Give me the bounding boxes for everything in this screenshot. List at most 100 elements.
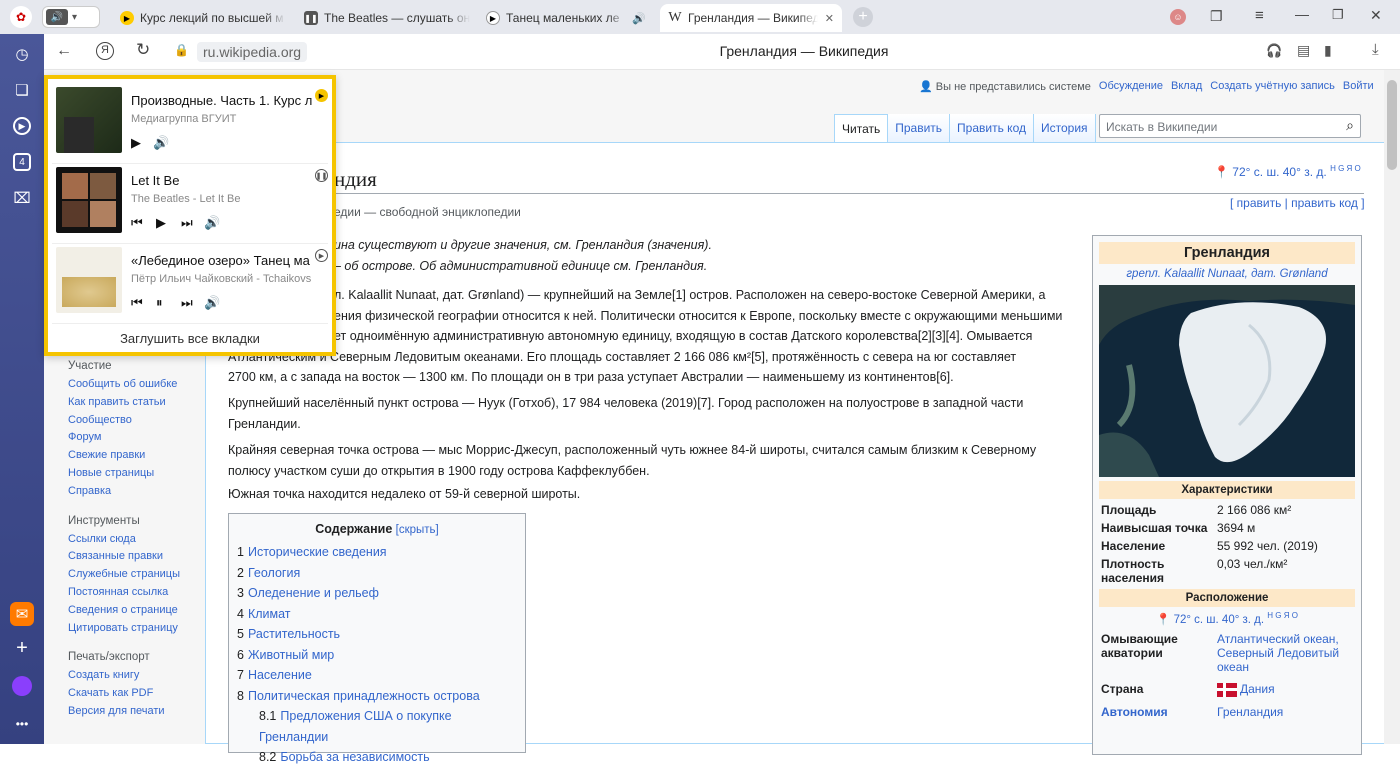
- toc-item[interactable]: 1 Исторические сведения: [237, 542, 517, 563]
- mute-all-tabs-button[interactable]: Заглушить все вкладки: [48, 331, 332, 346]
- toc-item[interactable]: 2 Геология: [237, 563, 517, 584]
- portal-link[interactable]: Создать книгу: [68, 667, 218, 685]
- close-tab-icon[interactable]: ✕: [825, 12, 834, 25]
- tab-wikipedia[interactable]: W Гренландия — Википедия ✕: [660, 4, 842, 32]
- row-value[interactable]: Атлантический океан, Северный Ледовитый …: [1215, 630, 1355, 676]
- media-item-let-it-be[interactable]: Let It Be The Beatles - Let It Be ⏮ ▶ ⏭ …: [52, 163, 332, 239]
- more-icon[interactable]: •••: [10, 712, 34, 736]
- play-icon[interactable]: ▶: [131, 135, 141, 151]
- previous-icon[interactable]: ⏮: [131, 215, 143, 231]
- next-icon[interactable]: ⏭: [181, 215, 193, 231]
- toc-item[interactable]: 6 Животный мир: [237, 645, 517, 666]
- portal-link[interactable]: Справка: [68, 483, 218, 501]
- toc-item[interactable]: 8 Политическая принадлежность острова: [237, 686, 517, 707]
- portal-link[interactable]: Новые страницы: [68, 465, 218, 483]
- toc-item[interactable]: 5 Растительность: [237, 624, 517, 645]
- row-key[interactable]: Автономия: [1099, 699, 1215, 721]
- scrollbar-thumb[interactable]: [1387, 80, 1397, 170]
- coordinates[interactable]: 📍 72° с. ш. 40° з. д. H G Я O: [1214, 164, 1361, 179]
- volume-icon[interactable]: 🔊: [204, 295, 220, 311]
- portal-link[interactable]: Связанные правки: [68, 548, 218, 566]
- infobox-coordinates[interactable]: 📍 72° с. ш. 40° з. д. H G Я O: [1099, 611, 1355, 626]
- toc-item[interactable]: 7 Население: [237, 665, 517, 686]
- previous-icon[interactable]: ⏮: [131, 295, 143, 311]
- pause-icon[interactable]: ⏸: [156, 295, 163, 311]
- portal-link[interactable]: Скачать как PDF: [68, 685, 218, 703]
- portal-link[interactable]: Служебные страницы: [68, 566, 218, 584]
- denmark-flag-icon: [1217, 682, 1237, 697]
- portal-link[interactable]: Сведения о странице: [68, 602, 218, 620]
- portal-link[interactable]: Как править статьи: [68, 394, 218, 412]
- speaker-icon: 🔊: [46, 9, 68, 25]
- portal-link[interactable]: Цитировать страницу: [68, 620, 218, 638]
- profile-icon[interactable]: ☺: [1170, 9, 1186, 25]
- toc-item[interactable]: 8.1 Предложения США о покупке Гренландии: [237, 706, 517, 747]
- new-tab-button[interactable]: +: [853, 7, 873, 27]
- close-window-icon[interactable]: ✕: [1370, 7, 1382, 24]
- toc-item[interactable]: 8.2 Борьба за независимость: [237, 747, 517, 768]
- tabs-count-icon[interactable]: 4: [10, 150, 34, 174]
- audio-tabs-button[interactable]: 🔊 ▾: [42, 6, 100, 28]
- media-player-icon[interactable]: ▶: [10, 114, 34, 138]
- tab-beatles[interactable]: ❚❚ The Beatles — слушать он: [296, 4, 478, 32]
- tab-swan-lake[interactable]: ▶ Танец маленьких ле 🔊: [478, 4, 658, 32]
- volume-icon[interactable]: 🔊: [204, 215, 220, 231]
- bookmark-icon[interactable]: ▮: [1324, 42, 1332, 59]
- speaker-icon[interactable]: 🔊: [632, 12, 646, 25]
- history-icon[interactable]: ◷: [10, 42, 34, 66]
- portal-link[interactable]: Свежие правки: [68, 447, 218, 465]
- tab-edit[interactable]: Править: [888, 114, 951, 142]
- greenland-map[interactable]: [1099, 285, 1355, 477]
- add-icon[interactable]: +: [10, 636, 34, 660]
- mail-icon[interactable]: ✉: [10, 602, 34, 626]
- contributions-link[interactable]: Вклад: [1171, 80, 1202, 93]
- collections-icon[interactable]: ❏: [10, 78, 34, 102]
- paragraph-intro: л. Kalaallit Nunaat, дат. Grønland) — кр…: [228, 285, 1062, 388]
- portal-link[interactable]: Постоянная ссылка: [68, 584, 218, 602]
- section-edit-links[interactable]: [ править | править код ]: [1230, 196, 1365, 210]
- minimize-icon[interactable]: —: [1295, 6, 1309, 22]
- country-link[interactable]: Дания: [1240, 682, 1275, 696]
- collections-icon[interactable]: ❐: [1210, 8, 1223, 25]
- search-placeholder: Искать в Википедии: [1106, 120, 1218, 134]
- toc-hide-link[interactable]: [скрыть]: [396, 524, 439, 536]
- headphones-icon[interactable]: 🎧: [1266, 43, 1282, 59]
- reload-icon[interactable]: ↻: [136, 40, 150, 60]
- screenshot-icon[interactable]: ⌧: [10, 186, 34, 210]
- portal-link[interactable]: Форум: [68, 429, 218, 447]
- reader-icon[interactable]: ▤: [1297, 42, 1310, 59]
- tab-history[interactable]: История: [1033, 114, 1096, 142]
- portal-link[interactable]: Сообщить об ошибке: [68, 376, 218, 394]
- next-icon[interactable]: ⏭: [181, 295, 193, 311]
- login-link[interactable]: Войти: [1343, 80, 1374, 93]
- portal-link[interactable]: Версия для печати: [68, 703, 218, 721]
- browser-menu-icon[interactable]: ✿: [10, 6, 32, 28]
- url-field[interactable]: ru.wikipedia.org: [197, 42, 308, 62]
- tab-read[interactable]: Читать: [834, 114, 889, 142]
- toc-item[interactable]: 4 Климат: [237, 604, 517, 625]
- alice-icon[interactable]: [10, 674, 34, 698]
- yandex-icon[interactable]: Я: [96, 42, 114, 60]
- tab-label: The Beatles — слушать он: [324, 11, 470, 25]
- talk-link[interactable]: Обсуждение: [1099, 80, 1163, 93]
- volume-icon[interactable]: 🔊: [153, 135, 169, 151]
- toc-item[interactable]: 3 Оледенение и рельеф: [237, 583, 517, 604]
- media-item-swan-lake[interactable]: «Лебединое озеро» Танец ма Пётр Ильич Ча…: [52, 243, 332, 319]
- create-account-link[interactable]: Создать учётную запись: [1210, 80, 1335, 93]
- portal-link[interactable]: Сообщество: [68, 412, 218, 430]
- search-input[interactable]: Искать в Википедии ⌕: [1099, 114, 1361, 138]
- play-icon[interactable]: ▶: [156, 215, 166, 231]
- toc-number: 5: [237, 627, 244, 641]
- row-value[interactable]: Гренландия: [1215, 699, 1355, 721]
- portal-link[interactable]: Ссылки сюда: [68, 531, 218, 549]
- tab-edit-source[interactable]: Править код: [950, 114, 1034, 142]
- menu-icon[interactable]: ≡: [1255, 7, 1264, 24]
- search-icon[interactable]: ⌕: [1346, 117, 1354, 134]
- toc-text: Животный мир: [247, 647, 335, 662]
- download-icon[interactable]: ⤓: [1372, 41, 1379, 58]
- media-item-lecture[interactable]: Производные. Часть 1. Курс л Медиагруппа…: [52, 83, 332, 159]
- tab-lecture[interactable]: ▶ Курс лекций по высшей м: [112, 4, 294, 32]
- scrollbar[interactable]: [1384, 70, 1400, 744]
- back-icon[interactable]: ←: [56, 42, 72, 60]
- restore-icon[interactable]: ❐: [1332, 7, 1344, 23]
